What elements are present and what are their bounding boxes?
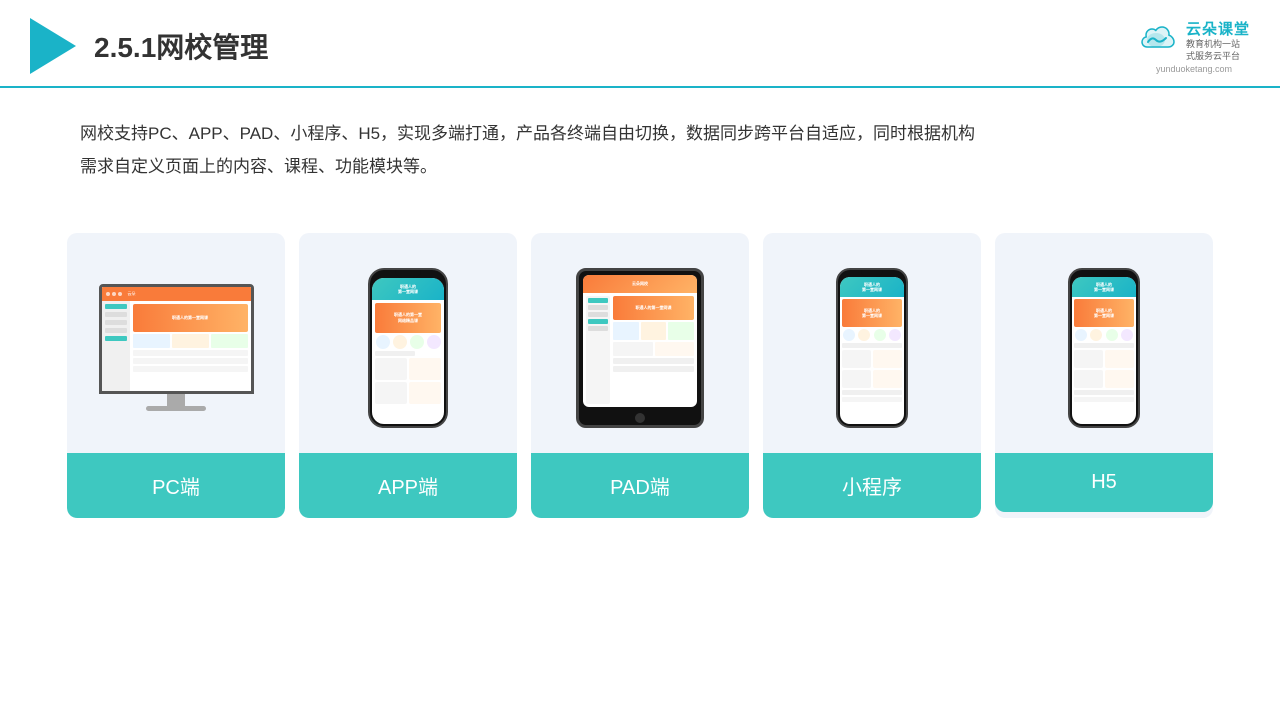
miniprogram-phone-icon: 职通人的第一堂网课 职通人的第一堂网课 bbox=[836, 268, 908, 428]
h5-phone-icon: 职通人的第一堂网课 职通人的第一堂网课 bbox=[1068, 268, 1140, 428]
header-left: 2.5.1网校管理 bbox=[30, 18, 268, 74]
page-title: 2.5.1网校管理 bbox=[94, 26, 268, 66]
card-miniprogram: 职通人的第一堂网课 职通人的第一堂网课 bbox=[763, 233, 981, 518]
card-pc-label: PC端 bbox=[67, 453, 285, 518]
description: 网校支持PC、APP、PAD、小程序、H5，实现多端打通，产品各终端自由切换，数… bbox=[0, 88, 1280, 193]
brand-name: 云朵课堂 bbox=[1186, 18, 1250, 39]
cloud-icon bbox=[1138, 26, 1180, 54]
description-text: 网校支持PC、APP、PAD、小程序、H5，实现多端打通，产品各终端自由切换，数… bbox=[80, 118, 1200, 183]
brand-text: 云朵课堂 教育机构一站式服务云平台 bbox=[1186, 18, 1250, 62]
app-phone-icon: 职通人的第一堂网课 职通人的第一堂网络精品课 bbox=[368, 268, 448, 428]
card-app-image: 职通人的第一堂网课 职通人的第一堂网络精品课 bbox=[299, 233, 517, 453]
card-pc-image: 云朵 职通人的第一 bbox=[67, 233, 285, 453]
card-app-label: APP端 bbox=[299, 453, 517, 518]
pc-monitor-icon: 云朵 职通人的第一 bbox=[99, 284, 254, 411]
card-miniprogram-image: 职通人的第一堂网课 职通人的第一堂网课 bbox=[763, 233, 981, 453]
card-miniprogram-label: 小程序 bbox=[763, 453, 981, 518]
card-pc: 云朵 职通人的第一 bbox=[67, 233, 285, 518]
card-h5: 职通人的第一堂网课 职通人的第一堂网课 bbox=[995, 233, 1213, 518]
card-app: 职通人的第一堂网课 职通人的第一堂网络精品课 bbox=[299, 233, 517, 518]
logo-triangle-icon bbox=[30, 18, 76, 74]
pad-icon: 云朵网校 职通人的第一堂网课 bbox=[576, 268, 704, 428]
card-pad-label: PAD端 bbox=[531, 453, 749, 518]
card-pad: 云朵网校 职通人的第一堂网课 bbox=[531, 233, 749, 518]
cards-section: 云朵 职通人的第一 bbox=[0, 203, 1280, 518]
card-h5-label: H5 bbox=[995, 453, 1213, 512]
card-h5-image: 职通人的第一堂网课 职通人的第一堂网课 bbox=[995, 233, 1213, 453]
brand-url: yunduoketang.com bbox=[1156, 64, 1232, 74]
brand-block: 云朵课堂 教育机构一站式服务云平台 yunduoketang.com bbox=[1138, 18, 1250, 74]
brand-slogan: 教育机构一站式服务云平台 bbox=[1186, 39, 1250, 62]
header: 2.5.1网校管理 云朵课堂 教育机构一站式服务云平台 yunduoketang… bbox=[0, 0, 1280, 88]
card-pad-image: 云朵网校 职通人的第一堂网课 bbox=[531, 233, 749, 453]
brand-logo: 云朵课堂 教育机构一站式服务云平台 bbox=[1138, 18, 1250, 62]
